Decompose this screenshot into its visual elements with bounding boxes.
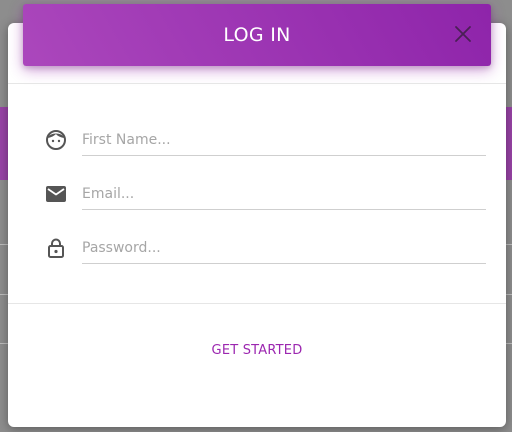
first-name-input[interactable] [82, 125, 486, 156]
close-icon [455, 26, 471, 42]
login-modal: LOG IN GET STARTED [8, 4, 506, 427]
email-icon [46, 186, 66, 202]
email-field [44, 175, 486, 215]
email-input[interactable] [82, 179, 486, 210]
modal-title: LOG IN [223, 24, 291, 46]
header-divider [8, 83, 506, 84]
modal-header: LOG IN [23, 4, 491, 66]
get-started-button[interactable]: GET STARTED [182, 336, 332, 364]
lock-icon [48, 238, 64, 258]
footer-divider [8, 303, 506, 304]
password-input[interactable] [82, 233, 486, 264]
first-name-field [44, 121, 486, 161]
face-icon [46, 130, 66, 150]
close-button[interactable] [451, 22, 475, 46]
password-field [44, 229, 486, 269]
